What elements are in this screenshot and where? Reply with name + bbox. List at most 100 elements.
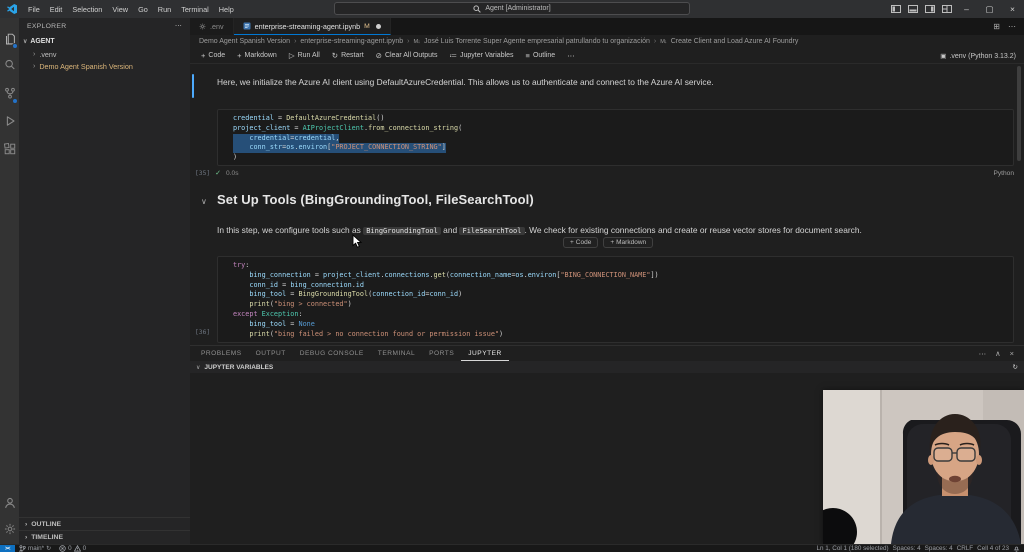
account-icon[interactable] [0, 492, 19, 514]
add-markdown-cell-button[interactable]: + Markdown [232, 48, 282, 64]
tab-label: .env [210, 22, 224, 31]
clear-outputs-button[interactable]: ⊘ Clear All Outputs [371, 48, 443, 64]
run-all-button[interactable]: ▷ Run All [284, 48, 325, 64]
inline-code: FileSearchTool [459, 227, 525, 235]
markdown-cell-text[interactable]: In this step, we configure tools such as… [217, 225, 862, 235]
ellipsis-icon: ⋯ [567, 51, 575, 60]
tab-label: enterprise-streaming-agent.ipynb [254, 21, 361, 31]
eol-sequence[interactable]: CRLF [957, 545, 973, 552]
notebook-icon [243, 22, 251, 30]
chevron-right-icon: › [33, 62, 36, 70]
tab-env[interactable]: .env [190, 18, 234, 35]
dirty-indicator[interactable] [375, 23, 381, 29]
menu-help[interactable]: Help [214, 0, 239, 18]
add-code-cell-button[interactable]: + Code [196, 48, 230, 64]
clear-icon: ⊘ [375, 51, 382, 60]
jupyter-variables-button[interactable]: ≔ Jupyter Variables [444, 48, 518, 64]
toggle-sidebar-icon[interactable] [887, 0, 904, 18]
folder-label: Demo Agent Spanish Version [39, 61, 133, 71]
cursor-position[interactable]: Ln 1, Col 1 (180 selected) [817, 545, 889, 552]
cell-indicator[interactable]: Cell 4 of 23 [977, 545, 1009, 552]
notebook-toolbar: + Code + Markdown ▷ Run All ↻ Restart ⊘ … [190, 48, 1024, 64]
insert-markdown-cell-button[interactable]: + Markdown [603, 237, 654, 248]
success-check-icon: ✓ [215, 170, 222, 177]
more-actions-icon[interactable]: ⋯ [1008, 22, 1016, 31]
split-editor-icon[interactable]: ⊞ [993, 22, 1000, 31]
workspace-section[interactable]: ∨ AGENT [19, 34, 190, 48]
toggle-secondary-sidebar-icon[interactable] [921, 0, 938, 18]
mouse-cursor [352, 234, 363, 248]
tab-output[interactable]: OUTPUT [249, 346, 293, 361]
refresh-variables-icon[interactable]: ↻ [1013, 363, 1018, 371]
cell-language[interactable]: Python [993, 170, 1014, 177]
panel-maximize-icon[interactable]: ∧ [995, 349, 1001, 358]
chevron-right-icon: › [294, 38, 297, 45]
chevron-down-icon[interactable]: ∨ [201, 197, 207, 206]
breadcrumb: Demo Agent Spanish Version › enterprise-… [190, 35, 1024, 48]
remote-indicator[interactable]: >< [0, 544, 15, 552]
toggle-panel-icon[interactable] [904, 0, 921, 18]
code-cell-credential[interactable]: credential = DefaultAzureCredential() pro… [217, 109, 1014, 166]
vscode-window: File Edit Selection View Go Run Terminal… [0, 0, 1024, 552]
timeline-section[interactable]: › TIMELINE [19, 530, 190, 543]
customize-layout-icon[interactable] [938, 0, 955, 18]
maximize-button[interactable]: ▢ [978, 0, 1001, 18]
insert-code-cell-button[interactable]: + Code [563, 237, 599, 248]
menu-selection[interactable]: Selection [67, 0, 107, 18]
extensions-icon[interactable] [0, 138, 19, 160]
run-debug-icon[interactable] [0, 110, 19, 132]
command-center-search[interactable]: Agent [Administrator] [334, 2, 690, 15]
code-cell-bing-tool[interactable]: try: bing_connection = project_client.co… [217, 256, 1014, 343]
menu-run[interactable]: Run [153, 0, 176, 18]
close-button[interactable]: × [1001, 0, 1024, 18]
outline-section[interactable]: › OUTLINE [19, 517, 190, 530]
toolbar-more-button[interactable]: ⋯ [562, 48, 580, 64]
kernel-picker[interactable]: ▣ .venv (Python 3.13.2) [940, 48, 1016, 64]
search-view-icon[interactable] [0, 54, 19, 76]
tab-jupyter[interactable]: JUPYTER [461, 346, 509, 361]
menu-view[interactable]: View [107, 0, 133, 18]
settings-gear-icon[interactable] [0, 518, 19, 540]
cell-insert-toolbar: + Code + Markdown [563, 237, 654, 248]
chevron-right-icon: › [25, 533, 28, 541]
kernel-icon: ▣ [940, 53, 947, 60]
md-text: In this step, we configure tools such as [217, 225, 364, 235]
markdown-cell-text[interactable]: Here, we initialize the Azure AI client … [217, 77, 714, 87]
tab-terminal[interactable]: TERMINAL [371, 346, 422, 361]
variables-icon: ≔ [449, 51, 457, 60]
indentation-2[interactable]: Spaces: 4 [925, 545, 953, 552]
breadcrumb-item[interactable]: Demo Agent Spanish Version [199, 38, 290, 45]
sidebar-more-icon[interactable]: ⋯ [175, 22, 182, 30]
restart-kernel-button[interactable]: ↻ Restart [327, 48, 369, 64]
tab-ports[interactable]: PORTS [422, 346, 461, 361]
scrollbar[interactable] [1017, 66, 1021, 161]
git-branch-item[interactable]: main* ↻ [15, 544, 55, 552]
breadcrumb-item[interactable]: enterprise-streaming-agent.ipynb [300, 38, 403, 45]
problems-item[interactable]: 0 0 [55, 545, 90, 552]
panel-close-icon[interactable]: × [1010, 349, 1014, 358]
tab-debug-console[interactable]: DEBUG CONSOLE [293, 346, 371, 361]
menu-file[interactable]: File [23, 0, 45, 18]
jupyter-variables-section[interactable]: ∨ JUPYTER VARIABLES ↻ [190, 361, 1024, 373]
panel-tab-bar: PROBLEMS OUTPUT DEBUG CONSOLE TERMINAL P… [190, 346, 1024, 361]
breadcrumb-item[interactable]: Create Client and Load Azure AI Foundry [671, 38, 799, 45]
notifications-bell-icon[interactable] [1013, 545, 1020, 552]
panel-more-icon[interactable]: ⋯ [979, 349, 987, 358]
status-bar: >< main* ↻ 0 0 Ln 1, Col 1 (180 selected… [0, 544, 1024, 552]
sidebar-item-demo-agent[interactable]: › Demo Agent Spanish Version [19, 60, 190, 72]
cell-focus-bar [192, 74, 194, 98]
tab-enterprise-streaming-agent[interactable]: enterprise-streaming-agent.ipynb M [233, 18, 391, 35]
sidebar-item-venv[interactable]: › .venv [19, 48, 190, 60]
menu-edit[interactable]: Edit [45, 0, 68, 18]
explorer-icon[interactable] [0, 28, 19, 50]
tab-problems[interactable]: PROBLEMS [194, 346, 249, 361]
source-control-icon[interactable] [0, 82, 19, 104]
menu-go[interactable]: Go [133, 0, 153, 18]
indentation[interactable]: Spaces: 4 [893, 545, 921, 552]
search-label: Agent [Administrator] [485, 5, 551, 12]
menu-terminal[interactable]: Terminal [176, 0, 214, 18]
breadcrumb-item[interactable]: José Luis Torrente Super Agente empresar… [424, 38, 650, 45]
git-modified-badge: M [364, 22, 370, 30]
outline-button[interactable]: ≡ Outline [521, 48, 561, 64]
minimize-button[interactable]: – [955, 0, 978, 18]
